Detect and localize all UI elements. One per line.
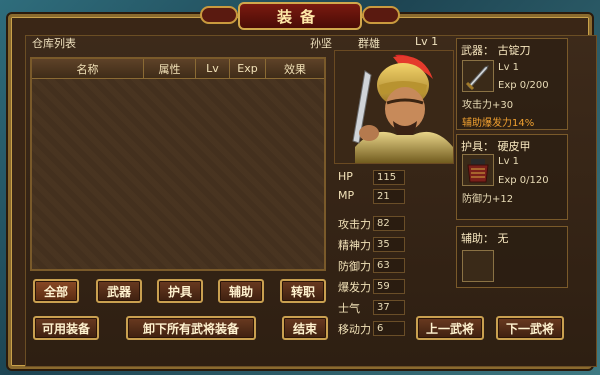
- general-level: Lv 1: [415, 35, 439, 48]
- window-title: 装备: [238, 2, 362, 30]
- general-portrait: [334, 50, 454, 164]
- next-general-button[interactable]: 下一武将: [496, 316, 564, 340]
- stat-label-morale: 士气: [338, 302, 360, 315]
- sword-icon: [465, 65, 489, 91]
- accessory-header: 辅助： 无: [461, 232, 509, 245]
- weapon-header: 武器： 古锭刀: [461, 44, 531, 57]
- end-button[interactable]: 结束: [282, 316, 328, 340]
- accessory-slot[interactable]: [462, 250, 494, 282]
- general-name: 孙坚: [310, 37, 332, 50]
- col-level: Lv: [196, 59, 230, 78]
- stat-value-defense: 63: [373, 258, 405, 273]
- stat-value-spirit: 35: [373, 237, 405, 252]
- stat-label-spirit: 精神力: [338, 239, 371, 252]
- weapon-bonus: 辅助爆发力14%: [462, 118, 535, 129]
- stat-label-mp: MP: [338, 189, 355, 202]
- weapon-exp: Exp 0/200: [498, 80, 549, 91]
- stat-value-mp: 21: [373, 189, 405, 204]
- unequip-all-button[interactable]: 卸下所有武将装备: [126, 316, 256, 340]
- stat-label-burst: 爆发力: [338, 281, 371, 294]
- inventory-list[interactable]: 名称 属性 Lv Exp 效果: [30, 57, 326, 271]
- weapon-effect: 攻击力+30: [462, 100, 514, 111]
- list-header: 名称 属性 Lv Exp 效果: [32, 59, 324, 79]
- stat-value-movement: 6: [373, 321, 405, 336]
- tab-weapon[interactable]: 武器: [96, 279, 142, 303]
- col-name: 名称: [32, 59, 144, 78]
- tab-armor[interactable]: 护具: [157, 279, 203, 303]
- general-faction: 群雄: [358, 37, 380, 50]
- armor-exp: Exp 0/120: [498, 175, 549, 186]
- weapon-level: Lv 1: [498, 62, 520, 73]
- weapon-slot[interactable]: [462, 60, 494, 92]
- stat-value-attack: 82: [373, 216, 405, 231]
- tab-job-change[interactable]: 转职: [280, 279, 326, 303]
- stat-label-attack: 攻击力: [338, 218, 371, 231]
- title-ornament-left: [200, 6, 238, 24]
- stat-value-morale: 37: [373, 300, 405, 315]
- tab-all[interactable]: 全部: [33, 279, 79, 303]
- armor-level: Lv 1: [498, 156, 520, 167]
- armor-slot[interactable]: [462, 154, 494, 186]
- stat-label-defense: 防御力: [338, 260, 371, 273]
- usable-equip-button[interactable]: 可用装备: [33, 316, 99, 340]
- armor-icon: [467, 159, 489, 183]
- armor-effect: 防御力+12: [462, 194, 514, 205]
- stat-value-burst: 59: [373, 279, 405, 294]
- tab-accessory[interactable]: 辅助: [218, 279, 264, 303]
- portrait-illustration: [335, 51, 453, 163]
- col-attribute: 属性: [144, 59, 196, 78]
- list-title: 仓库列表: [32, 37, 76, 50]
- prev-general-button[interactable]: 上一武将: [416, 316, 484, 340]
- title-ornament-right: [362, 6, 400, 24]
- stat-label-hp: HP: [338, 170, 353, 183]
- stat-value-hp: 115: [373, 170, 405, 185]
- col-exp: Exp: [230, 59, 266, 78]
- stat-label-movement: 移动力: [338, 323, 371, 336]
- col-effect: 效果: [284, 62, 306, 76]
